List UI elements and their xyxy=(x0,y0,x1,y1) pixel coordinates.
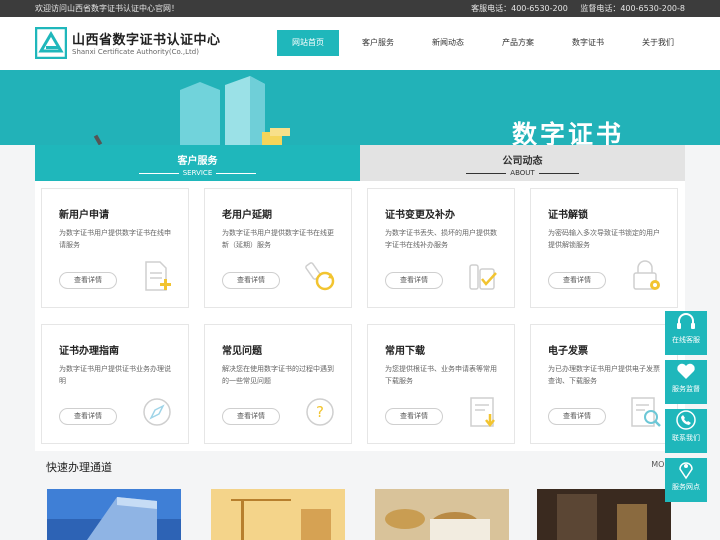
tab-about-label: 公司动态 xyxy=(502,156,543,167)
card-detail-button[interactable]: 查看详情 xyxy=(59,272,117,289)
sidebar-supervision[interactable]: 服务监督 xyxy=(665,360,707,404)
logo-icon[interactable] xyxy=(35,27,67,59)
invoice-search-icon xyxy=(631,397,661,427)
card-desc: 为数字证书用户提供证书业务办理说明 xyxy=(59,365,171,385)
card-detail-button[interactable]: 查看详情 xyxy=(385,272,443,289)
service-card-faq[interactable]: 常见问题 解决您在使用数字证书的过程中遇到的一些常见问题 查看详情 ? xyxy=(204,324,352,444)
service-card-unlock[interactable]: 证书解锁 为密码输入多次导致证书锁定的用户提供解锁服务 查看详情 xyxy=(530,188,678,308)
service-card-downloads[interactable]: 常用下载 为您提供根证书、业务申请表等常用下载服务 查看详情 xyxy=(367,324,515,444)
card-title: 电子发票 xyxy=(548,346,588,357)
card-detail-button[interactable]: 查看详情 xyxy=(222,408,280,425)
card-desc: 为您提供根证书、业务申请表等常用下载服务 xyxy=(385,365,497,385)
card-title: 常见问题 xyxy=(222,346,262,357)
nav-products[interactable]: 产品方案 xyxy=(487,30,549,56)
service-card-invoice[interactable]: 电子发票 为已办理数字证书用户提供电子发票查询、下载服务 查看详情 xyxy=(530,324,678,444)
main-nav: 网站首页 客户服务 新闻动态 产品方案 数字证书 关于我们 xyxy=(277,30,697,56)
section-tabs: 客户服务 SERVICE 公司动态 ABOUT xyxy=(35,145,685,181)
phone-info: 客服电话：400-6530-200 监督电话：400-6530-200-8 xyxy=(461,3,685,14)
heart-hand-icon xyxy=(677,363,695,379)
service-card-change[interactable]: 证书变更及补办 为数字证书丢失、损坏的用户提供数字证书在线补办服务 查看详情 xyxy=(367,188,515,308)
card-title: 证书变更及补办 xyxy=(385,210,455,221)
banner-title: 数字证书 xyxy=(512,120,625,145)
service-card-new-user[interactable]: 新用户申请 为数字证书用户提供数字证书在线申请服务 查看详情 xyxy=(41,188,189,308)
nav-about[interactable]: 关于我们 xyxy=(627,30,689,56)
compass-icon xyxy=(143,398,171,426)
card-desc: 为已办理数字证书用户提供电子发票查询、下载服务 xyxy=(548,365,660,385)
top-bar: 欢迎访问山西省数字证书认证中心官网！ 客服电话：400-6530-200 监督电… xyxy=(0,0,720,17)
card-desc: 为数字证书用户提供数字证书在线更新（延期）服务 xyxy=(222,229,334,249)
tab-service-sub: SERVICE xyxy=(35,169,360,177)
tab-service-label: 客户服务 xyxy=(177,156,218,167)
question-icon: ? xyxy=(306,398,334,426)
headset-icon xyxy=(677,313,695,329)
nav-news[interactable]: 新闻动态 xyxy=(417,30,479,56)
sidebar-online-service[interactable]: 在线客服 xyxy=(665,311,707,355)
nav-customer-service[interactable]: 客户服务 xyxy=(347,30,409,56)
sidebar-label: 服务监督 xyxy=(672,385,700,393)
usb-key-check-icon xyxy=(469,264,497,290)
document-add-icon xyxy=(145,261,171,291)
tab-service[interactable]: 客户服务 SERVICE xyxy=(35,145,360,181)
tab-about-sub: ABOUT xyxy=(360,169,685,177)
nav-home[interactable]: 网站首页 xyxy=(277,30,339,56)
card-title: 老用户延期 xyxy=(222,210,272,221)
sidebar-label: 服务网点 xyxy=(672,483,700,491)
card-desc: 解决您在使用数字证书的过程中遇到的一些常见问题 xyxy=(222,365,334,385)
card-detail-button[interactable]: 查看详情 xyxy=(222,272,280,289)
card-desc: 为密码输入多次导致证书锁定的用户提供解锁服务 xyxy=(548,229,660,249)
supervise-phone: 监督电话：400-6530-200-8 xyxy=(580,4,685,13)
quick-image-coins[interactable] xyxy=(375,489,509,540)
card-title: 证书解锁 xyxy=(548,210,588,221)
card-title: 新用户申请 xyxy=(59,210,109,221)
card-detail-button[interactable]: 查看详情 xyxy=(548,272,606,289)
sidebar-contact[interactable]: 联系我们 xyxy=(665,409,707,453)
welcome-text: 欢迎访问山西省数字证书认证中心官网！ xyxy=(35,4,179,13)
location-pin-icon xyxy=(679,462,693,480)
nav-certificates[interactable]: 数字证书 xyxy=(557,30,619,56)
header: 山西省数字证书认证中心 Shanxi Certificate Authority… xyxy=(0,17,720,70)
floating-sidebar: 在线客服 服务监督 联系我们 服务网点 xyxy=(665,306,707,504)
quick-image-building[interactable] xyxy=(47,489,181,540)
card-title: 证书办理指南 xyxy=(59,346,119,357)
quick-channel: 快速办理通道 MORE xyxy=(35,451,685,540)
service-phone: 客服电话：400-6530-200 xyxy=(471,4,568,13)
service-panel: 新用户申请 为数字证书用户提供数字证书在线申请服务 查看详情 老用户延期 为数字… xyxy=(35,181,685,451)
card-desc: 为数字证书用户提供数字证书在线申请服务 xyxy=(59,229,171,249)
card-detail-button[interactable]: 查看详情 xyxy=(548,408,606,425)
card-title: 常用下载 xyxy=(385,346,425,357)
usb-key-refresh-icon xyxy=(305,262,335,291)
card-detail-button[interactable]: 查看详情 xyxy=(59,408,117,425)
sidebar-label: 在线客服 xyxy=(672,336,700,344)
card-detail-button[interactable]: 查看详情 xyxy=(385,408,443,425)
unlock-gear-icon xyxy=(633,260,660,290)
quick-image-justice[interactable] xyxy=(537,489,671,540)
sidebar-label: 联系我们 xyxy=(672,434,700,442)
sidebar-outlets[interactable]: 服务网点 xyxy=(665,458,707,502)
quick-title: 快速办理通道 xyxy=(46,461,112,474)
brand-name: 山西省数字证书认证中心 xyxy=(72,33,221,48)
service-card-renewal[interactable]: 老用户延期 为数字证书用户提供数字证书在线更新（延期）服务 查看详情 xyxy=(204,188,352,308)
phone-icon xyxy=(676,410,696,430)
brand-english: Shanxi Certificate Authority(Co.,Ltd) xyxy=(72,48,199,56)
svg-text:?: ? xyxy=(316,403,324,421)
quick-image-construction[interactable] xyxy=(211,489,345,540)
service-card-guide[interactable]: 证书办理指南 为数字证书用户提供证书业务办理说明 查看详情 xyxy=(41,324,189,444)
download-document-icon xyxy=(470,397,495,428)
card-desc: 为数字证书丢失、损坏的用户提供数字证书在线补办服务 xyxy=(385,229,497,249)
tab-about[interactable]: 公司动态 ABOUT xyxy=(360,145,685,181)
hero-banner: 数字证书 xyxy=(0,70,720,145)
